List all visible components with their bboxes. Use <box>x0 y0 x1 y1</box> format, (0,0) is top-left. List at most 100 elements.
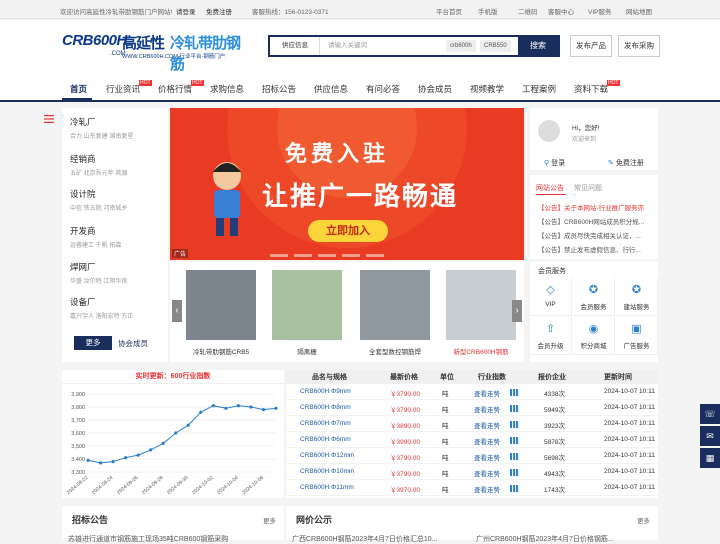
table-row[interactable]: CRB600H Φ6mm ￥3990.00 吨 查看走势 5878次 2024-10-07… <box>286 432 658 448</box>
bar-chart-icon[interactable] <box>510 421 518 428</box>
table-row[interactable]: CRB600H Φ8mm ￥3790.00 吨 查看走势 5949次 2024-10-07… <box>286 400 658 416</box>
nav-purchase[interactable]: 求购信息 <box>210 83 244 95</box>
category-item[interactable]: 冷轧厂 合力 山东复建 湖南复星 <box>70 116 133 140</box>
notice-item[interactable]: 【公告】关于本网站·行业推广服务亦 <box>538 202 656 212</box>
bar-chart-icon[interactable] <box>510 453 518 460</box>
search-tag-1[interactable]: crb600h <box>446 40 476 52</box>
product-card[interactable]: 新型CRB600H钢筋 <box>446 270 516 356</box>
cell-trend[interactable]: 查看走势 <box>474 484 500 494</box>
service-website[interactable]: ✪ 建站服务 <box>616 278 658 316</box>
publicity-news-item[interactable]: 广西CRB600H钢筋2023年4月7日价格汇总10... <box>292 534 438 544</box>
cell-trend[interactable]: 查看走势 <box>474 420 500 430</box>
carousel-dot[interactable] <box>366 254 384 257</box>
cell-name[interactable]: CRB600H Φ6mm <box>300 436 351 443</box>
nav-news[interactable]: 行业资讯 <box>106 83 140 95</box>
nav-download[interactable]: 资料下载 <box>574 83 608 95</box>
category-item[interactable]: 开发商 远睿建工 千帆 拓森 <box>70 225 121 249</box>
service-ads[interactable]: ▣ 广告服务 <box>616 317 658 355</box>
service-member[interactable]: ✪ 会员服务 <box>573 278 615 316</box>
cell-name[interactable]: CRB600H Φ7mm <box>300 420 351 427</box>
menu-icon[interactable] <box>42 114 56 124</box>
cell-name[interactable]: CRB600H Φ12mm <box>300 452 354 459</box>
login-button[interactable]: ⚲ 登录 <box>544 158 565 168</box>
cell-trend[interactable]: 查看走势 <box>474 404 500 414</box>
carousel-dot[interactable] <box>270 254 288 257</box>
publicity-more-link[interactable]: 更多 <box>637 515 650 525</box>
category-item[interactable]: 设备厂 嘉兴宇人 洛阳宏特 方正 <box>70 296 133 320</box>
toplink-service[interactable]: 客服中心 <box>548 6 574 16</box>
tab-faq[interactable]: 常见问题 <box>574 183 602 193</box>
category-item[interactable]: 焊网厂 华盛 汝尔特 江阴华良 <box>70 261 127 285</box>
cell-trend[interactable]: 查看走势 <box>474 452 500 462</box>
nav-video[interactable]: 视频教学 <box>470 83 504 95</box>
table-row[interactable]: CRB600H Φ10mm ￥3790.00 吨 查看走势 4943次 2024-10-0… <box>286 464 658 480</box>
carousel-prev-arrow[interactable]: ‹ <box>172 300 182 322</box>
service-points[interactable]: ◉ 积分商城 <box>573 317 615 355</box>
product-card[interactable]: 隔离栅 <box>272 270 342 356</box>
members-link[interactable]: 协会成员 <box>118 338 148 349</box>
service-upgrade[interactable]: ⇧ 会员升级 <box>530 317 572 355</box>
bar-chart-icon[interactable] <box>510 389 518 396</box>
product-card[interactable]: 全套型数控钢筋焊 <box>360 270 430 356</box>
toplink-qrcode[interactable]: 二维码 <box>518 6 538 16</box>
feedback-icon[interactable]: ✉ <box>700 426 720 446</box>
notice-item[interactable]: 【公告】禁止发布虚假信息、行行... <box>538 244 656 254</box>
carousel-next-arrow[interactable]: › <box>512 300 522 322</box>
qrcode-icon[interactable]: ▦ <box>700 448 720 468</box>
nav-cases[interactable]: 工程案例 <box>522 83 556 95</box>
nav-supply[interactable]: 供应信息 <box>314 83 348 95</box>
join-now-button[interactable]: 立即加入 <box>308 220 388 242</box>
site-logo[interactable]: CRB600H .COM 高延性 冷轧带肋钢筋 WWW.CRB600H.COM … <box>62 30 252 73</box>
nav-tender[interactable]: 招标公告 <box>262 83 296 95</box>
toplink-vip[interactable]: VIP服务 <box>588 6 611 16</box>
nav-home[interactable]: 首页 <box>70 83 87 95</box>
search-category-select[interactable]: 供应信息 <box>270 37 320 55</box>
cell-name[interactable]: CRB600H Φ8mm <box>300 404 351 411</box>
publicity-news-item[interactable]: 广州CRB600H钢筋2023年4月7日价格钢筋... <box>476 534 614 544</box>
nav-members[interactable]: 协会成员 <box>418 83 452 95</box>
tender-news-item[interactable]: 苏雄进行通道市钢筋施工现场35吨CRB600钢筋采购 <box>68 534 228 544</box>
search-input[interactable]: 请输入关键词 <box>328 37 367 55</box>
more-categories-button[interactable]: 更多 <box>74 336 112 350</box>
tender-more-link[interactable]: 更多 <box>263 515 276 525</box>
service-vip[interactable]: ◇ VIP <box>530 278 572 316</box>
notice-item[interactable]: 【公告】CRB600H网站成员积分规... <box>538 216 656 226</box>
register-button[interactable]: ✎ 免费注册 <box>608 158 644 168</box>
table-row[interactable]: CRB600H Φ7mm ￥3890.00 吨 查看走势 3923次 2024-10-07… <box>286 416 658 432</box>
search-button[interactable]: 搜索 <box>518 37 558 55</box>
toplink-sitemap[interactable]: 网站地图 <box>626 6 652 16</box>
publish-purchase-button[interactable]: 发布采购 <box>618 35 660 57</box>
cell-name[interactable]: CRB600H Φ11mm <box>300 484 354 491</box>
category-item[interactable]: 设计院 中信 铁五院 河南城乡 <box>70 188 127 212</box>
promo-banner[interactable]: 免费入驻 让推广一路畅通 立即加入 广告 <box>170 108 524 260</box>
login-link[interactable]: 请登录 <box>176 6 196 16</box>
tab-announcements[interactable]: 网站公告 <box>536 183 564 193</box>
carousel-dot[interactable] <box>294 254 312 257</box>
bar-chart-icon[interactable] <box>510 485 518 492</box>
cell-trend[interactable]: 查看走势 <box>474 388 500 398</box>
customer-service-icon[interactable]: ☏ <box>700 404 720 424</box>
bar-chart-icon[interactable] <box>510 405 518 412</box>
category-item[interactable]: 经销商 五矿 北京吾元年 首源 <box>70 153 127 177</box>
banner-slogan: 让推广一路畅通 <box>262 181 459 211</box>
bar-chart-icon[interactable] <box>510 469 518 476</box>
notice-item[interactable]: 【公告】成员尽快完成相关认证，... <box>538 230 656 240</box>
cell-name[interactable]: CRB600H Φ10mm <box>300 468 354 475</box>
cell-trend[interactable]: 查看走势 <box>474 468 500 478</box>
cell-trend[interactable]: 查看走势 <box>474 436 500 446</box>
toplink-home[interactable]: 平台首页 <box>436 6 462 16</box>
table-row[interactable]: CRB600H Φ9mm ￥3790.00 吨 查看走势 4338次 2024-10-07… <box>286 384 658 400</box>
carousel-dot[interactable] <box>342 254 360 257</box>
table-row[interactable]: CRB600H Φ11mm ￥3970.00 吨 查看走势 1743次 2024-10-0… <box>286 480 658 496</box>
cell-name[interactable]: CRB600H Φ9mm <box>300 388 351 395</box>
register-link[interactable]: 免费注册 <box>206 6 232 16</box>
product-card[interactable]: 冷轧带肋钢筋CRB5 <box>186 270 256 356</box>
publish-product-button[interactable]: 发布产品 <box>570 35 612 57</box>
table-row[interactable]: CRB600H Φ12mm ￥3790.00 吨 查看走势 5698次 2024-10-0… <box>286 448 658 464</box>
nav-price[interactable]: 价格行情 <box>158 83 192 95</box>
toplink-mobile[interactable]: 手机版 <box>478 6 498 16</box>
search-tag-2[interactable]: CRB550 <box>480 40 511 52</box>
carousel-dot[interactable] <box>318 254 336 257</box>
nav-qa[interactable]: 有问必答 <box>366 83 400 95</box>
bar-chart-icon[interactable] <box>510 437 518 444</box>
